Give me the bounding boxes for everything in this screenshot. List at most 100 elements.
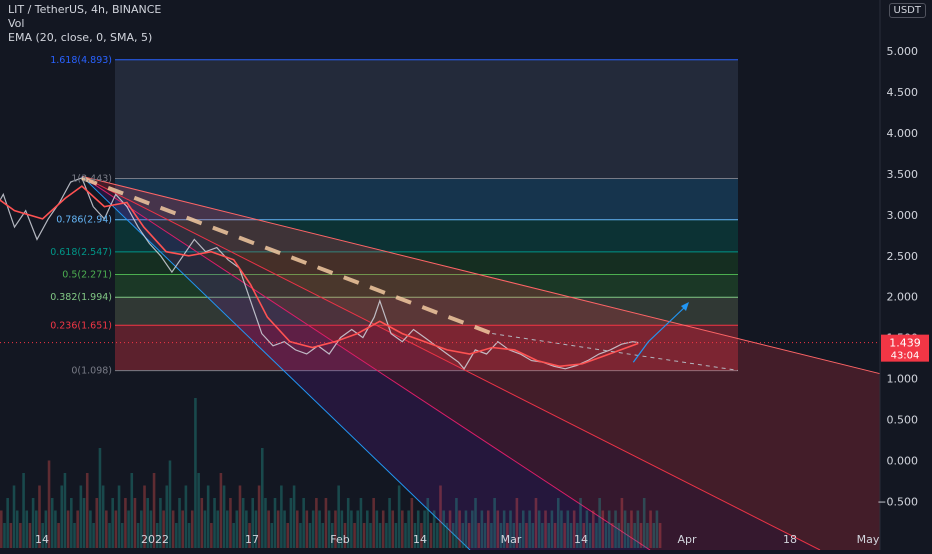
volume-bar <box>544 510 547 548</box>
price-tick-label: 1.000 <box>887 373 919 386</box>
volume-bar <box>120 523 124 548</box>
volume-bar <box>12 485 16 548</box>
price-tick-label: 0.000 <box>887 455 919 468</box>
volume-bar <box>111 498 114 548</box>
chart-window: 0(1.098) 0.236(1.651) 0.382(1.994) 0.5(2.27… <box>0 0 932 551</box>
fib-level-label: 0.5(2.271) <box>62 270 112 281</box>
currency-badge[interactable]: USDT <box>888 3 926 18</box>
volume-bar <box>381 510 385 548</box>
volume-bar <box>92 523 95 548</box>
volume-bar <box>429 523 433 548</box>
volume-bar <box>439 485 442 548</box>
volume-bar <box>626 523 630 548</box>
volume-bar <box>76 510 79 548</box>
volume-bar <box>451 523 455 548</box>
volume-bar <box>480 510 484 548</box>
volume-bar <box>541 523 544 548</box>
volume-bar <box>560 510 563 548</box>
volume-bar <box>3 523 6 548</box>
volume-bar <box>305 510 309 548</box>
price-tick-label: 4.000 <box>887 127 919 140</box>
price-chart[interactable]: 0(1.098) 0.236(1.651) 0.382(1.994) 0.5(2.27… <box>0 0 932 551</box>
volume-bar <box>197 473 200 548</box>
volume-bar <box>394 523 398 548</box>
volume-bar <box>289 498 293 548</box>
volume-bar <box>359 498 363 548</box>
volume-bar <box>108 523 111 548</box>
volume-bar <box>350 510 353 548</box>
volume-bar <box>318 510 321 548</box>
time-tick-label: 14 <box>574 533 588 546</box>
volume-bar <box>101 485 105 548</box>
volume-bar <box>181 510 184 548</box>
volume-bar <box>283 510 286 548</box>
volume-bar <box>133 498 137 548</box>
volume-bar <box>95 498 99 548</box>
ema-indicator-label[interactable]: EMA (20, close, 0, SMA, 5) <box>8 31 152 44</box>
volume-bar <box>82 498 86 548</box>
price-badge-value: 1.439 <box>889 337 921 350</box>
volume-bar <box>324 498 328 548</box>
time-tick-label: Feb <box>330 533 349 546</box>
volume-bar <box>200 498 204 548</box>
symbol-title[interactable]: LIT / TetherUS, 4h, BINANCE <box>8 3 161 16</box>
volume-bar <box>486 510 490 548</box>
volume-bar <box>553 523 557 548</box>
price-badge-countdown: 43:04 <box>891 351 920 362</box>
volume-bar <box>531 523 535 548</box>
volume-bar <box>378 523 382 548</box>
last-price-badge: 1.43943:04 <box>881 334 929 362</box>
volume-bar <box>458 510 461 548</box>
volume-bar <box>442 510 445 548</box>
volume-bar <box>299 523 302 548</box>
volume-bar <box>477 523 480 548</box>
volume-bar <box>467 523 471 548</box>
volume-bar <box>642 498 646 548</box>
volume-bar <box>260 448 264 548</box>
fib-level-label: 0.236(1.651) <box>50 320 112 331</box>
volume-bar <box>190 510 194 548</box>
price-tick-label: 5.000 <box>887 45 919 58</box>
price-tick-label: 3.500 <box>887 168 919 181</box>
volume-bar <box>623 510 627 548</box>
volume-bar <box>178 498 181 548</box>
volume-bar <box>15 510 19 548</box>
volume-bar <box>6 498 9 548</box>
volume-bar <box>57 523 60 548</box>
fib-level-label: 1(3.443) <box>71 174 112 185</box>
volume-indicator-label[interactable]: Vol <box>8 17 24 30</box>
volume-bar <box>22 473 25 548</box>
volume-bar <box>136 523 140 548</box>
volume-bar <box>50 498 54 548</box>
volume-bar <box>0 510 3 548</box>
price-tick-label: 0.500 <box>887 414 919 427</box>
volume-bar <box>194 398 197 548</box>
volume-bar <box>633 523 636 548</box>
volume-bar <box>70 498 73 548</box>
volume-bar <box>308 523 312 548</box>
volume-bar <box>98 448 102 548</box>
time-tick-label: May <box>857 533 880 546</box>
volume-bar <box>270 523 274 548</box>
volume-bar <box>79 485 83 548</box>
volume-bar <box>171 510 175 548</box>
volume-bar <box>28 523 32 548</box>
volume-bar <box>407 510 410 548</box>
volume-bar <box>591 510 595 548</box>
volume-bar <box>636 510 640 548</box>
volume-bar <box>490 523 493 548</box>
volume-bar <box>276 510 280 548</box>
volume-bar <box>210 523 213 548</box>
volume-bar <box>369 523 372 548</box>
volume-bar <box>448 510 452 548</box>
volume-bar <box>60 485 64 548</box>
volume-bar <box>525 523 528 548</box>
volume-bar <box>493 498 496 548</box>
fib-level-label: 1.618(4.893) <box>50 55 112 66</box>
volume-bar <box>588 523 592 548</box>
volume-bar <box>63 473 67 548</box>
price-tick-label: 2.000 <box>887 291 919 304</box>
price-tick-label: 2.500 <box>887 250 919 263</box>
volume-bar <box>229 498 232 548</box>
volume-bar <box>556 498 560 548</box>
